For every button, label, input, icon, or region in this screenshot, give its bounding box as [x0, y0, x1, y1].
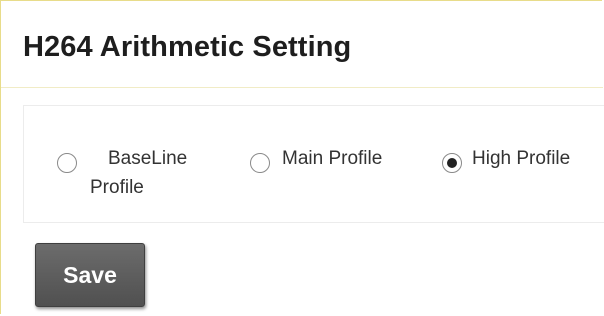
title-divider — [1, 87, 603, 88]
radio-option-high-profile[interactable]: High Profile — [440, 144, 604, 176]
radio-button-high-profile[interactable] — [442, 153, 462, 173]
radio-label-main-profile: Main Profile — [282, 148, 383, 169]
radio-option-baseline-profile[interactable]: BaseLine Profile — [54, 144, 224, 208]
radio-option-main-profile[interactable]: Main Profile — [248, 144, 418, 176]
radio-button-baseline-profile[interactable] — [57, 153, 77, 173]
radio-label-high-profile: High Profile — [472, 148, 571, 169]
radio-selected-dot — [447, 158, 457, 168]
radio-button-main-profile[interactable] — [250, 153, 270, 173]
profile-options-panel: BaseLine Profile Main Profile High Profi… — [23, 105, 604, 223]
save-button[interactable]: Save — [35, 243, 145, 307]
radio-label-baseline-profile: BaseLine Profile — [90, 148, 188, 198]
page-title: H264 Arithmetic Setting — [23, 31, 352, 63]
settings-frame: H264 Arithmetic Setting BaseLine Profile… — [0, 0, 604, 314]
